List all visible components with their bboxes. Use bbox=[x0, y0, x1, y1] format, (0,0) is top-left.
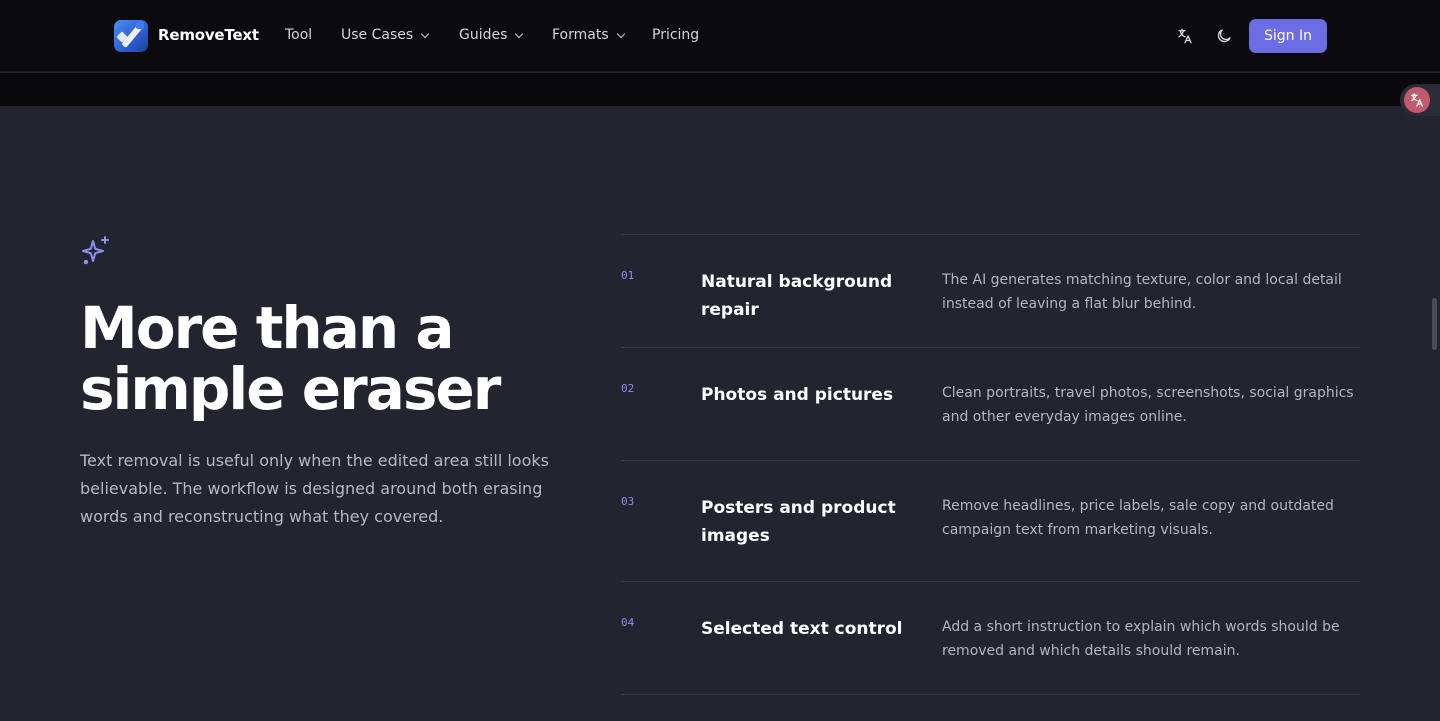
translate-badge-icon bbox=[1404, 87, 1430, 113]
feature-number: 02 bbox=[621, 382, 635, 395]
nav-use-cases[interactable]: Use Cases bbox=[341, 27, 430, 43]
nav-use-cases-label: Use Cases bbox=[341, 27, 414, 43]
nav-guides-label: Guides bbox=[459, 27, 508, 43]
translate-icon[interactable] bbox=[1176, 27, 1194, 45]
hero-description: Text removal is useful only when the edi… bbox=[80, 451, 549, 526]
feature-title: Photos and pictures bbox=[701, 385, 894, 405]
nav-pricing[interactable]: Pricing bbox=[652, 27, 699, 43]
chevron-down-icon bbox=[515, 29, 524, 38]
feature-divider bbox=[621, 347, 1360, 348]
feature-number: 01 bbox=[621, 269, 635, 282]
sign-in-button[interactable]: Sign In bbox=[1249, 19, 1327, 53]
feature-number: 04 bbox=[621, 616, 635, 629]
floating-translate-button[interactable] bbox=[1400, 84, 1440, 116]
feature-description: Remove headlines, price labels, sale cop… bbox=[942, 498, 1334, 538]
feature-divider bbox=[621, 581, 1360, 582]
chevron-down-icon bbox=[616, 29, 625, 38]
nav-formats[interactable]: Formats bbox=[552, 27, 625, 43]
nav-guides[interactable]: Guides bbox=[459, 27, 524, 43]
feature-number: 03 bbox=[621, 495, 635, 508]
chevron-down-icon bbox=[420, 29, 430, 38]
sparkle-icon bbox=[80, 234, 112, 266]
site-header: RemoveText Tool Use Cases Guides Formats… bbox=[0, 0, 1440, 72]
feature-description: Clean portraits, travel photos, screensh… bbox=[942, 385, 1354, 425]
nav-tool[interactable]: Tool bbox=[285, 27, 312, 43]
feature-divider bbox=[621, 234, 1360, 235]
feature-description: Add a short instruction to explain which… bbox=[942, 619, 1340, 659]
nav-formats-label: Formats bbox=[552, 27, 609, 43]
logo-icon[interactable] bbox=[114, 20, 148, 52]
feature-title: Posters and product images bbox=[701, 498, 896, 546]
feature-divider bbox=[621, 460, 1360, 461]
feature-title: Selected text control bbox=[701, 619, 903, 639]
moon-icon[interactable] bbox=[1215, 27, 1233, 45]
feature-divider bbox=[621, 694, 1360, 695]
nav-tool-label: Tool bbox=[285, 27, 313, 43]
header-strip bbox=[0, 73, 1440, 106]
feature-title: Natural background repair bbox=[701, 272, 893, 320]
feature-description: The AI generates matching texture, color… bbox=[942, 272, 1342, 312]
hero-title: More than a simple eraser bbox=[80, 294, 501, 423]
nav-pricing-label: Pricing bbox=[652, 27, 700, 43]
brand-name[interactable]: RemoveText bbox=[158, 26, 259, 44]
scrollbar-thumb[interactable] bbox=[1432, 298, 1437, 350]
